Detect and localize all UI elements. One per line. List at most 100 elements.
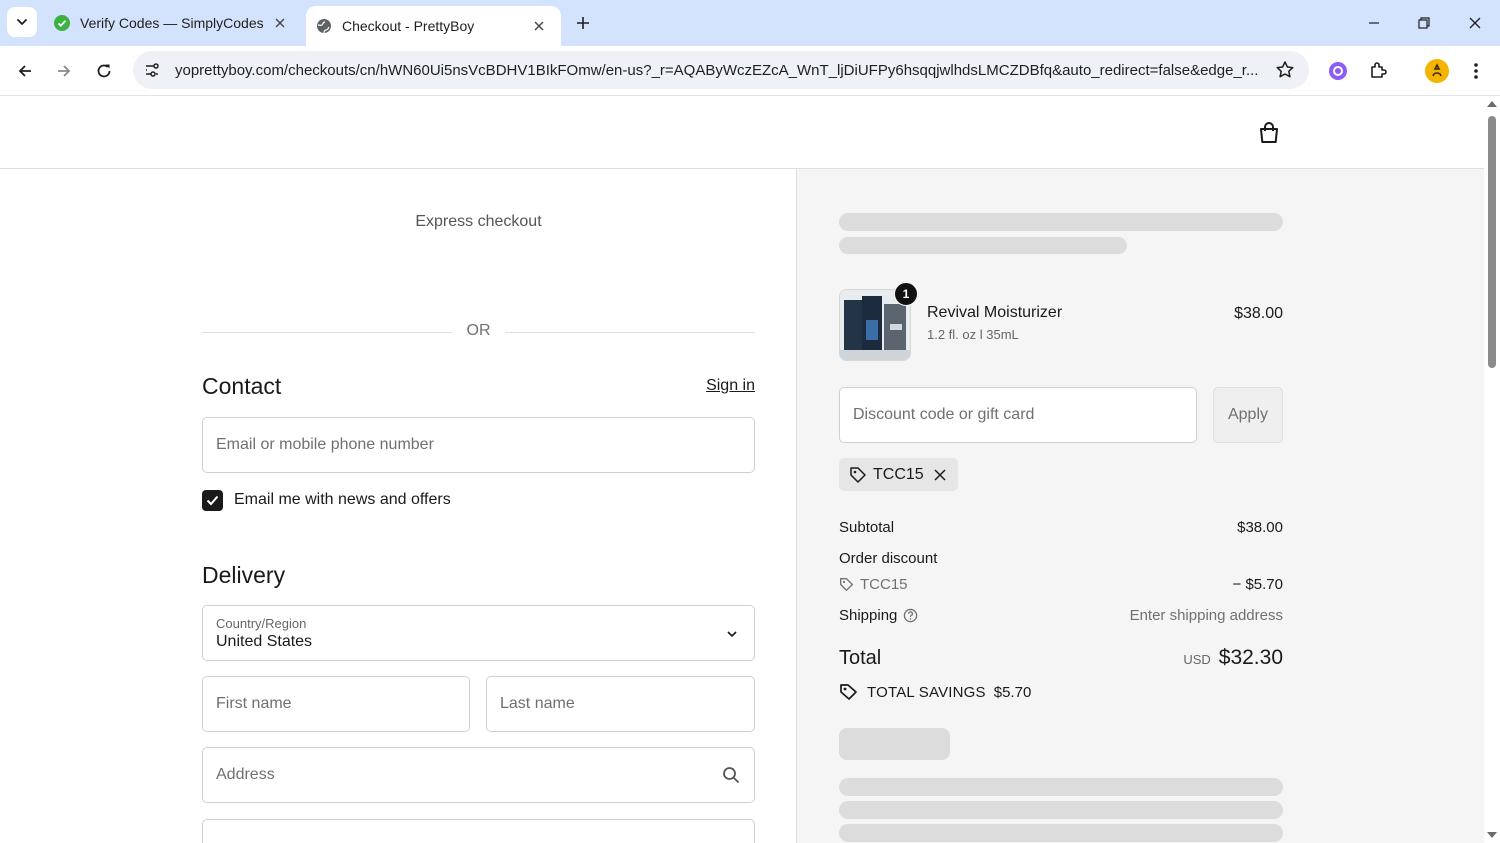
chevron-down-icon (17, 19, 27, 25)
address-placeholder: Address (216, 766, 275, 783)
page-scrollbar[interactable] (1484, 96, 1500, 843)
profile-button[interactable] (1424, 58, 1450, 84)
email-placeholder: Email or mobile phone number (216, 436, 434, 453)
loading-skeleton (839, 213, 1283, 231)
total-label: Total (839, 647, 882, 669)
or-label: OR (466, 322, 491, 339)
simplycodes-favicon-icon (54, 15, 70, 31)
puzzle-icon (1371, 62, 1387, 78)
email-field[interactable]: Email or mobile phone number (202, 417, 755, 473)
extension-logo-icon (1329, 62, 1347, 80)
total-value: $32.30 (1218, 646, 1283, 669)
plus-icon (577, 17, 589, 29)
tab-close-icon[interactable] (529, 16, 549, 36)
sign-in-link[interactable]: Sign in (706, 377, 755, 395)
restore-button[interactable] (1409, 8, 1439, 38)
product-variant: 1.2 fl. oz l 35mL (927, 327, 1019, 342)
applied-code: TCC15 (873, 465, 924, 483)
shipping-row: Shipping (839, 607, 918, 624)
more-vertical-icon (1474, 63, 1478, 79)
tab-title: Verify Codes — SimplyCodes (80, 15, 264, 31)
close-icon (1469, 17, 1481, 29)
order-discount-value: − $5.70 (1232, 576, 1283, 593)
site-settings-icon[interactable] (143, 61, 161, 79)
minimize-button[interactable] (1359, 8, 1389, 38)
shop-header (0, 96, 1484, 169)
arrow-left-icon (18, 65, 31, 77)
minimize-icon (1369, 22, 1379, 24)
chevron-down-icon (727, 631, 737, 638)
total-currency: USD (1183, 652, 1211, 667)
checkout-page: Express checkout OR Contact Sign in Emai… (0, 96, 1484, 843)
first-name-placeholder: First name (216, 695, 292, 712)
restore-icon (1418, 17, 1430, 29)
applied-discount-chip: TCC15 (839, 458, 958, 491)
tab-search-button[interactable] (7, 7, 37, 37)
tab-close-icon[interactable] (270, 13, 290, 33)
subtotal-label: Subtotal (839, 519, 895, 536)
remove-discount-icon[interactable] (934, 468, 946, 481)
url-text: yoprettyboy.com/checkouts/cn/hWN60Ui5nsV… (175, 61, 1259, 79)
tab-verify-codes[interactable]: Verify Codes — SimplyCodes (46, 0, 298, 46)
arrow-right-icon (58, 65, 71, 77)
back-button[interactable] (10, 56, 40, 86)
loading-skeleton (839, 801, 1283, 819)
globe-icon (317, 19, 331, 34)
product-price: $38.00 (1234, 305, 1283, 322)
browser-menu-button[interactable] (1463, 58, 1489, 84)
first-name-field[interactable]: First name (202, 676, 470, 732)
extensions-menu-button[interactable] (1365, 58, 1391, 84)
discount-placeholder: Discount code or gift card (853, 406, 1035, 423)
forward-button[interactable] (49, 56, 79, 86)
tag-icon (840, 578, 853, 591)
tab-checkout-prettyboy[interactable]: Checkout - PrettyBoy (306, 6, 561, 46)
checkmark-icon (206, 495, 219, 505)
contact-heading: Contact (202, 373, 282, 399)
reload-button[interactable] (89, 56, 119, 86)
quantity-badge: 1 (894, 282, 918, 306)
search-icon[interactable] (722, 766, 740, 784)
browser-tabstrip: Verify Codes — SimplyCodes Checkout - Pr… (0, 0, 1500, 46)
scroll-up-icon[interactable] (1484, 98, 1500, 110)
tab-title: Checkout - PrettyBoy (342, 18, 475, 34)
total-amount: USD $32.30 (1183, 646, 1283, 670)
shopping-bag-icon[interactable] (1256, 120, 1282, 146)
order-discount-label: Order discount (839, 550, 938, 567)
loading-skeleton (839, 778, 1283, 796)
scroll-down-icon[interactable] (1484, 829, 1500, 841)
discount-code-input[interactable]: Discount code or gift card (839, 387, 1197, 443)
savings-value: $5.70 (993, 683, 1032, 701)
shipping-label: Shipping (839, 607, 898, 624)
total-savings: TOTAL SAVINGS $5.70 (839, 682, 1031, 702)
last-name-placeholder: Last name (500, 695, 575, 712)
apply-button[interactable]: Apply (1213, 387, 1283, 443)
bookmark-star-icon[interactable] (1275, 60, 1295, 80)
loading-skeleton (839, 728, 950, 760)
order-summary: 1 Revival Moisturizer 1.2 fl. oz l 35mL … (797, 169, 1484, 843)
newsletter-checkbox[interactable] (202, 489, 223, 511)
close-window-button[interactable] (1460, 8, 1490, 38)
delivery-heading: Delivery (202, 562, 286, 588)
address-bar[interactable]: yoprettyboy.com/checkouts/cn/hWN60Ui5nsV… (133, 51, 1309, 89)
newsletter-option[interactable]: Email me with news and offers (202, 489, 451, 511)
last-name-field[interactable]: Last name (486, 676, 755, 732)
extension-button[interactable] (1325, 58, 1351, 84)
loading-skeleton (839, 237, 1127, 254)
help-circle-icon[interactable] (903, 608, 918, 623)
apartment-field[interactable] (202, 819, 755, 843)
savings-label: TOTAL SAVINGS (867, 683, 986, 701)
savings-tag-icon (840, 684, 857, 700)
browser-toolbar: yoprettyboy.com/checkouts/cn/hWN60Ui5nsV… (0, 46, 1500, 96)
product-name: Revival Moisturizer (927, 304, 1063, 321)
reload-icon (97, 64, 111, 78)
country-value: United States (216, 632, 313, 650)
avatar (1425, 59, 1449, 83)
new-tab-button[interactable] (571, 11, 595, 35)
subtotal-value: $38.00 (1237, 519, 1283, 536)
country-select[interactable]: Country/Region United States (202, 605, 755, 661)
scrollbar-thumb[interactable] (1488, 116, 1496, 368)
address-field[interactable]: Address (202, 747, 755, 803)
loading-skeleton (839, 824, 1283, 842)
shipping-value: Enter shipping address (1129, 607, 1283, 624)
country-label: Country/Region (216, 615, 307, 631)
